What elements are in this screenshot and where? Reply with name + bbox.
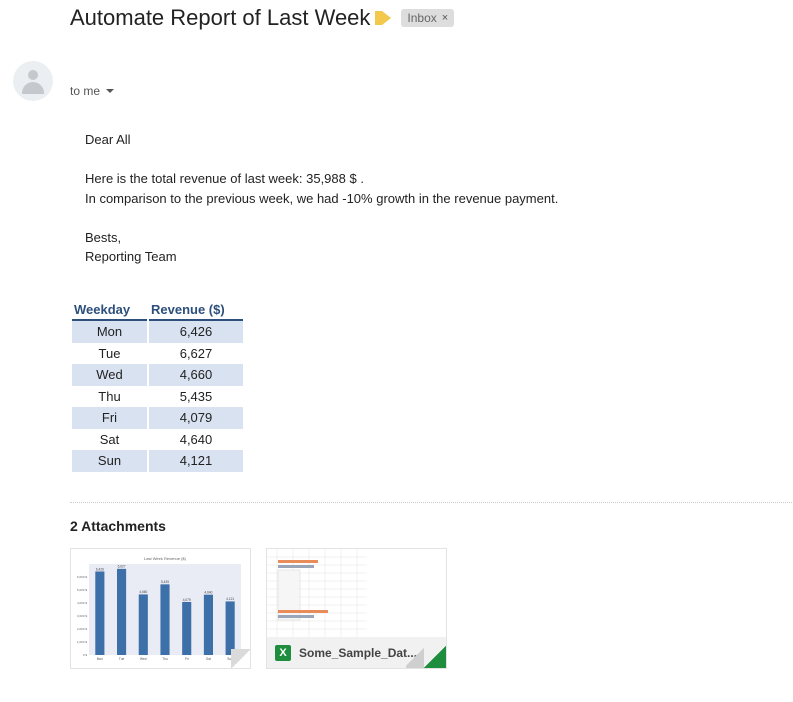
- revenue-cell: 6,426: [149, 321, 243, 343]
- subject-text: Automate Report of Last Week: [70, 5, 371, 30]
- revenue-cell: 4,121: [149, 450, 243, 472]
- weekday-cell: Mon: [72, 321, 147, 343]
- y-tick-label: 1,000 $: [77, 640, 87, 644]
- attachment-filename: Some_Sample_Dat...: [299, 645, 418, 660]
- table-row: Wed 4,660: [72, 364, 243, 386]
- data-label: 6,627: [118, 565, 126, 569]
- signoff: Bests,: [85, 229, 122, 245]
- y-tick-label: 0 $: [83, 653, 88, 657]
- avatar-head: [28, 70, 38, 80]
- remove-label-icon[interactable]: ×: [442, 12, 448, 24]
- weekday-cell: Sat: [99, 431, 120, 447]
- chevron-down-icon[interactable]: [106, 89, 115, 93]
- email-subject: Automate Report of Last Week Inbox ×: [70, 5, 455, 31]
- signature: Reporting Team: [85, 249, 177, 264]
- data-label: 5,435: [161, 580, 169, 584]
- importance-marker-icon[interactable]: [375, 11, 392, 25]
- data-label: 4,640: [204, 590, 212, 594]
- table-row: Thu 5,435: [72, 386, 243, 408]
- email-body: Dear All Here is the total revenue of la…: [85, 130, 558, 267]
- table-row: Sun 4,121: [72, 450, 243, 472]
- attachment-chart-image[interactable]: Last Week Revenue ($) 0 $ 1,000 $ 2,000 $ 3,…: [70, 548, 251, 669]
- y-tick-label: 3,000 $: [77, 614, 87, 618]
- revenue-table: Weekday Revenue ($) Mon 6,426 Tue 6,627 …: [70, 301, 245, 472]
- x-tick-label: Mon: [97, 657, 103, 661]
- page-fold-icon: [406, 646, 424, 668]
- recipient-text: to me: [70, 84, 101, 98]
- attachment-xlsx-file[interactable]: X Some_Sample_Dat...: [266, 548, 447, 669]
- table-row: Mon 6,426: [72, 321, 243, 343]
- revenue-cell: 6,627: [179, 345, 213, 361]
- file-type-corner-icon: [424, 646, 446, 668]
- weekday-cell: Thu: [98, 388, 121, 404]
- weekday-cell: Tue: [98, 345, 121, 361]
- weekday-cell: Wed: [72, 364, 147, 386]
- data-label: 6,426: [96, 567, 104, 571]
- weekday-cell: Fri: [72, 407, 147, 429]
- table-row: Fri 4,079: [72, 407, 243, 429]
- y-tick-label: 2,000 $: [77, 627, 87, 631]
- table-row: Sat 4,640: [72, 429, 243, 451]
- y-tick-label: 6,000 $: [77, 575, 87, 579]
- x-tick-label: Wed: [140, 657, 147, 661]
- table-row: Tue 6,627: [72, 343, 243, 365]
- recipient-details[interactable]: to me: [70, 84, 115, 98]
- data-label: 4,121: [226, 597, 234, 601]
- x-tick-label: Sat: [206, 657, 211, 661]
- x-tick-label: Thu: [162, 657, 168, 661]
- avatar-shoulders: [22, 82, 44, 94]
- section-divider: [70, 502, 792, 503]
- revenue-cell: 5,435: [179, 388, 213, 404]
- y-tick-label: 4,000 $: [77, 601, 87, 605]
- y-tick-label: 5,000 $: [77, 588, 87, 592]
- inbox-label[interactable]: Inbox ×: [401, 9, 455, 27]
- bar: [95, 571, 105, 655]
- revenue-chart-thumbnail: Last Week Revenue ($) 0 $ 1,000 $ 2,000 $ 3,…: [77, 556, 241, 661]
- revenue-cell: 4,640: [179, 431, 213, 447]
- sender-avatar[interactable]: [13, 61, 53, 101]
- greeting: Dear All: [85, 132, 131, 147]
- column-header: Revenue ($): [149, 301, 243, 321]
- revenue-cell: 4,660: [149, 364, 243, 386]
- spreadsheet-thumbnail: [267, 549, 446, 637]
- attachments-title: 2 Attachments: [70, 518, 166, 534]
- excel-icon: X: [275, 644, 291, 661]
- chart-title: Last Week Revenue ($): [144, 556, 187, 561]
- bar: [182, 601, 192, 655]
- inbox-label-text: Inbox: [407, 11, 437, 25]
- page-fold-icon: [231, 649, 250, 668]
- bar: [138, 594, 148, 655]
- revenue-line: Here is the total revenue of last week: …: [85, 171, 364, 186]
- data-label: 4,079: [183, 598, 191, 602]
- column-header: Weekday: [72, 301, 147, 321]
- x-tick-label: Tue: [119, 657, 125, 661]
- bar: [225, 601, 235, 655]
- weekday-cell: Sun: [72, 450, 147, 472]
- revenue-cell: 4,079: [149, 407, 243, 429]
- bar: [160, 584, 170, 655]
- x-tick-label: Fri: [185, 657, 189, 661]
- comparison-line: In comparison to the previous week, we h…: [85, 190, 559, 206]
- bar: [117, 568, 127, 655]
- bar: [203, 594, 213, 655]
- data-label: 4,660: [139, 590, 147, 594]
